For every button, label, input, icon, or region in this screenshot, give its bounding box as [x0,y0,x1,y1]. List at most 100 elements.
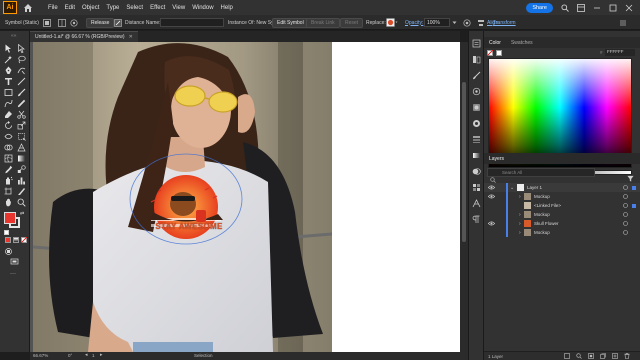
width-tool-icon[interactable] [4,132,13,141]
target-icon[interactable] [623,228,628,237]
layers-search-input[interactable]: Search All [487,168,595,177]
selection-indicator[interactable] [632,185,636,190]
align-icon[interactable] [477,15,485,30]
artboard[interactable] [332,42,460,352]
layer-row[interactable]: ⌄ Layer 1 [484,183,640,192]
menu-select[interactable]: Select [126,5,143,11]
target-icon[interactable] [623,210,628,219]
color-guide-icon[interactable] [472,183,481,192]
selection-indicator[interactable] [632,203,636,208]
gradient-tool-icon[interactable] [17,154,26,163]
release-button[interactable]: Release [86,17,115,28]
eyedropper-tool-icon[interactable] [4,165,13,174]
symbols-icon[interactable] [472,87,481,96]
expand-chevron-icon[interactable]: ⌄ [510,183,514,192]
replace-symbol-picker[interactable] [386,15,398,30]
menu-type[interactable]: Type [106,5,119,11]
layer-row[interactable]: › Mockup [484,210,640,219]
layer-row[interactable]: › Mockup [484,228,640,237]
artboard-tool-icon[interactable] [4,187,13,196]
visibility-eye-icon[interactable] [488,219,495,228]
layer-name[interactable]: Skull Flower [534,219,559,228]
layer-name[interactable]: Mockup [534,228,550,237]
target-icon[interactable] [623,192,628,201]
screen-mode-icon[interactable] [10,257,19,266]
menu-object[interactable]: Object [82,5,99,11]
canvas[interactable]: STAY AWESOME [30,42,460,352]
column-graph-tool-icon[interactable] [17,176,26,185]
expand-chevron-icon[interactable]: › [519,228,521,237]
none-mode-icon[interactable] [21,237,27,243]
toolbar-collapse-icon[interactable]: «« [11,33,17,39]
stroke-panel-icon[interactable] [472,135,481,144]
search-icon[interactable] [560,3,570,13]
perspective-grid-tool-icon[interactable] [17,143,26,152]
layer-row[interactable]: › Skull Flower [484,219,640,228]
color-mode-icon[interactable] [5,237,11,243]
menu-effect[interactable]: Effect [150,5,165,11]
artboard-nav-prev-icon[interactable]: ◂ [85,352,88,358]
symbol-target-icon[interactable] [70,15,78,30]
artboard-number[interactable]: 1 [92,353,95,358]
share-button[interactable]: Share [526,2,553,13]
new-sublayer-icon[interactable] [600,353,606,360]
selection-tool-icon[interactable] [4,44,13,53]
zoom-level[interactable]: 66.67% [33,353,48,358]
pen-tool-icon[interactable] [4,66,13,75]
gradient-panel-icon[interactable] [472,151,481,160]
curvature-tool-icon[interactable] [17,66,26,75]
default-colors-icon[interactable] [4,230,9,235]
appearance-icon[interactable] [472,119,481,128]
mesh-tool-icon[interactable] [4,154,13,163]
export-icon[interactable] [564,353,570,360]
pencil-tool-icon[interactable] [17,99,26,108]
properties-icon[interactable] [472,39,481,48]
color-stroke-swatch[interactable] [496,50,502,56]
layer-row[interactable]: <Linked File> [484,201,640,210]
trash-icon[interactable] [624,353,630,360]
symbol-grid-icon[interactable] [58,15,66,30]
visibility-eye-icon[interactable] [488,192,495,201]
draw-mode-icon[interactable] [4,247,13,256]
scale-tool-icon[interactable] [17,121,26,130]
layer-name[interactable]: Mockup [534,210,550,219]
character-icon[interactable] [472,199,481,208]
expand-chevron-icon[interactable]: › [519,192,521,201]
layer-row[interactable]: › Mockup [484,192,640,201]
target-icon[interactable] [623,201,628,210]
rotate-tool-icon[interactable] [4,121,13,130]
swap-fill-stroke-icon[interactable]: ⇄ [20,211,24,217]
hex-input[interactable]: FFFFFF [605,49,635,56]
minimize-icon[interactable] [592,3,602,13]
libraries-icon[interactable] [472,55,481,64]
lasso-tool-icon[interactable] [17,55,26,64]
direct-selection-tool-icon[interactable] [17,44,26,53]
edit-toolbar-icon[interactable]: ··· [10,271,16,277]
scrollbar-thumb[interactable] [462,82,466,242]
workspace-icon[interactable] [576,3,586,13]
expand-chevron-icon[interactable]: › [519,219,521,228]
menu-file[interactable]: File [48,5,58,11]
rectangle-tool-icon[interactable] [4,88,13,97]
paragraph-icon[interactable] [472,215,481,224]
magic-wand-tool-icon[interactable] [4,55,13,64]
recolor-icon[interactable] [463,15,471,30]
hand-tool-icon[interactable] [4,198,13,207]
target-icon[interactable] [623,219,628,228]
menu-edit[interactable]: Edit [65,5,75,11]
menu-window[interactable]: Window [192,5,213,11]
type-tool-icon[interactable] [4,77,13,86]
transform-link[interactable]: Transform [493,15,516,30]
close-icon[interactable] [624,3,634,13]
free-transform-tool-icon[interactable] [17,132,26,141]
expand-chevron-icon[interactable]: › [519,210,521,219]
symbol-options-icon[interactable] [43,15,51,30]
line-segment-tool-icon[interactable] [17,77,26,86]
distance-name-input[interactable] [160,18,224,27]
layer-name[interactable]: <Linked File> [534,201,561,210]
zoom-tool-icon[interactable] [17,198,26,207]
clipping-mask-icon[interactable] [588,353,594,360]
close-tab-icon[interactable]: ✕ [129,34,133,40]
slice-tool-icon[interactable] [17,187,26,196]
tab-swatches[interactable]: Swatches [506,40,538,46]
